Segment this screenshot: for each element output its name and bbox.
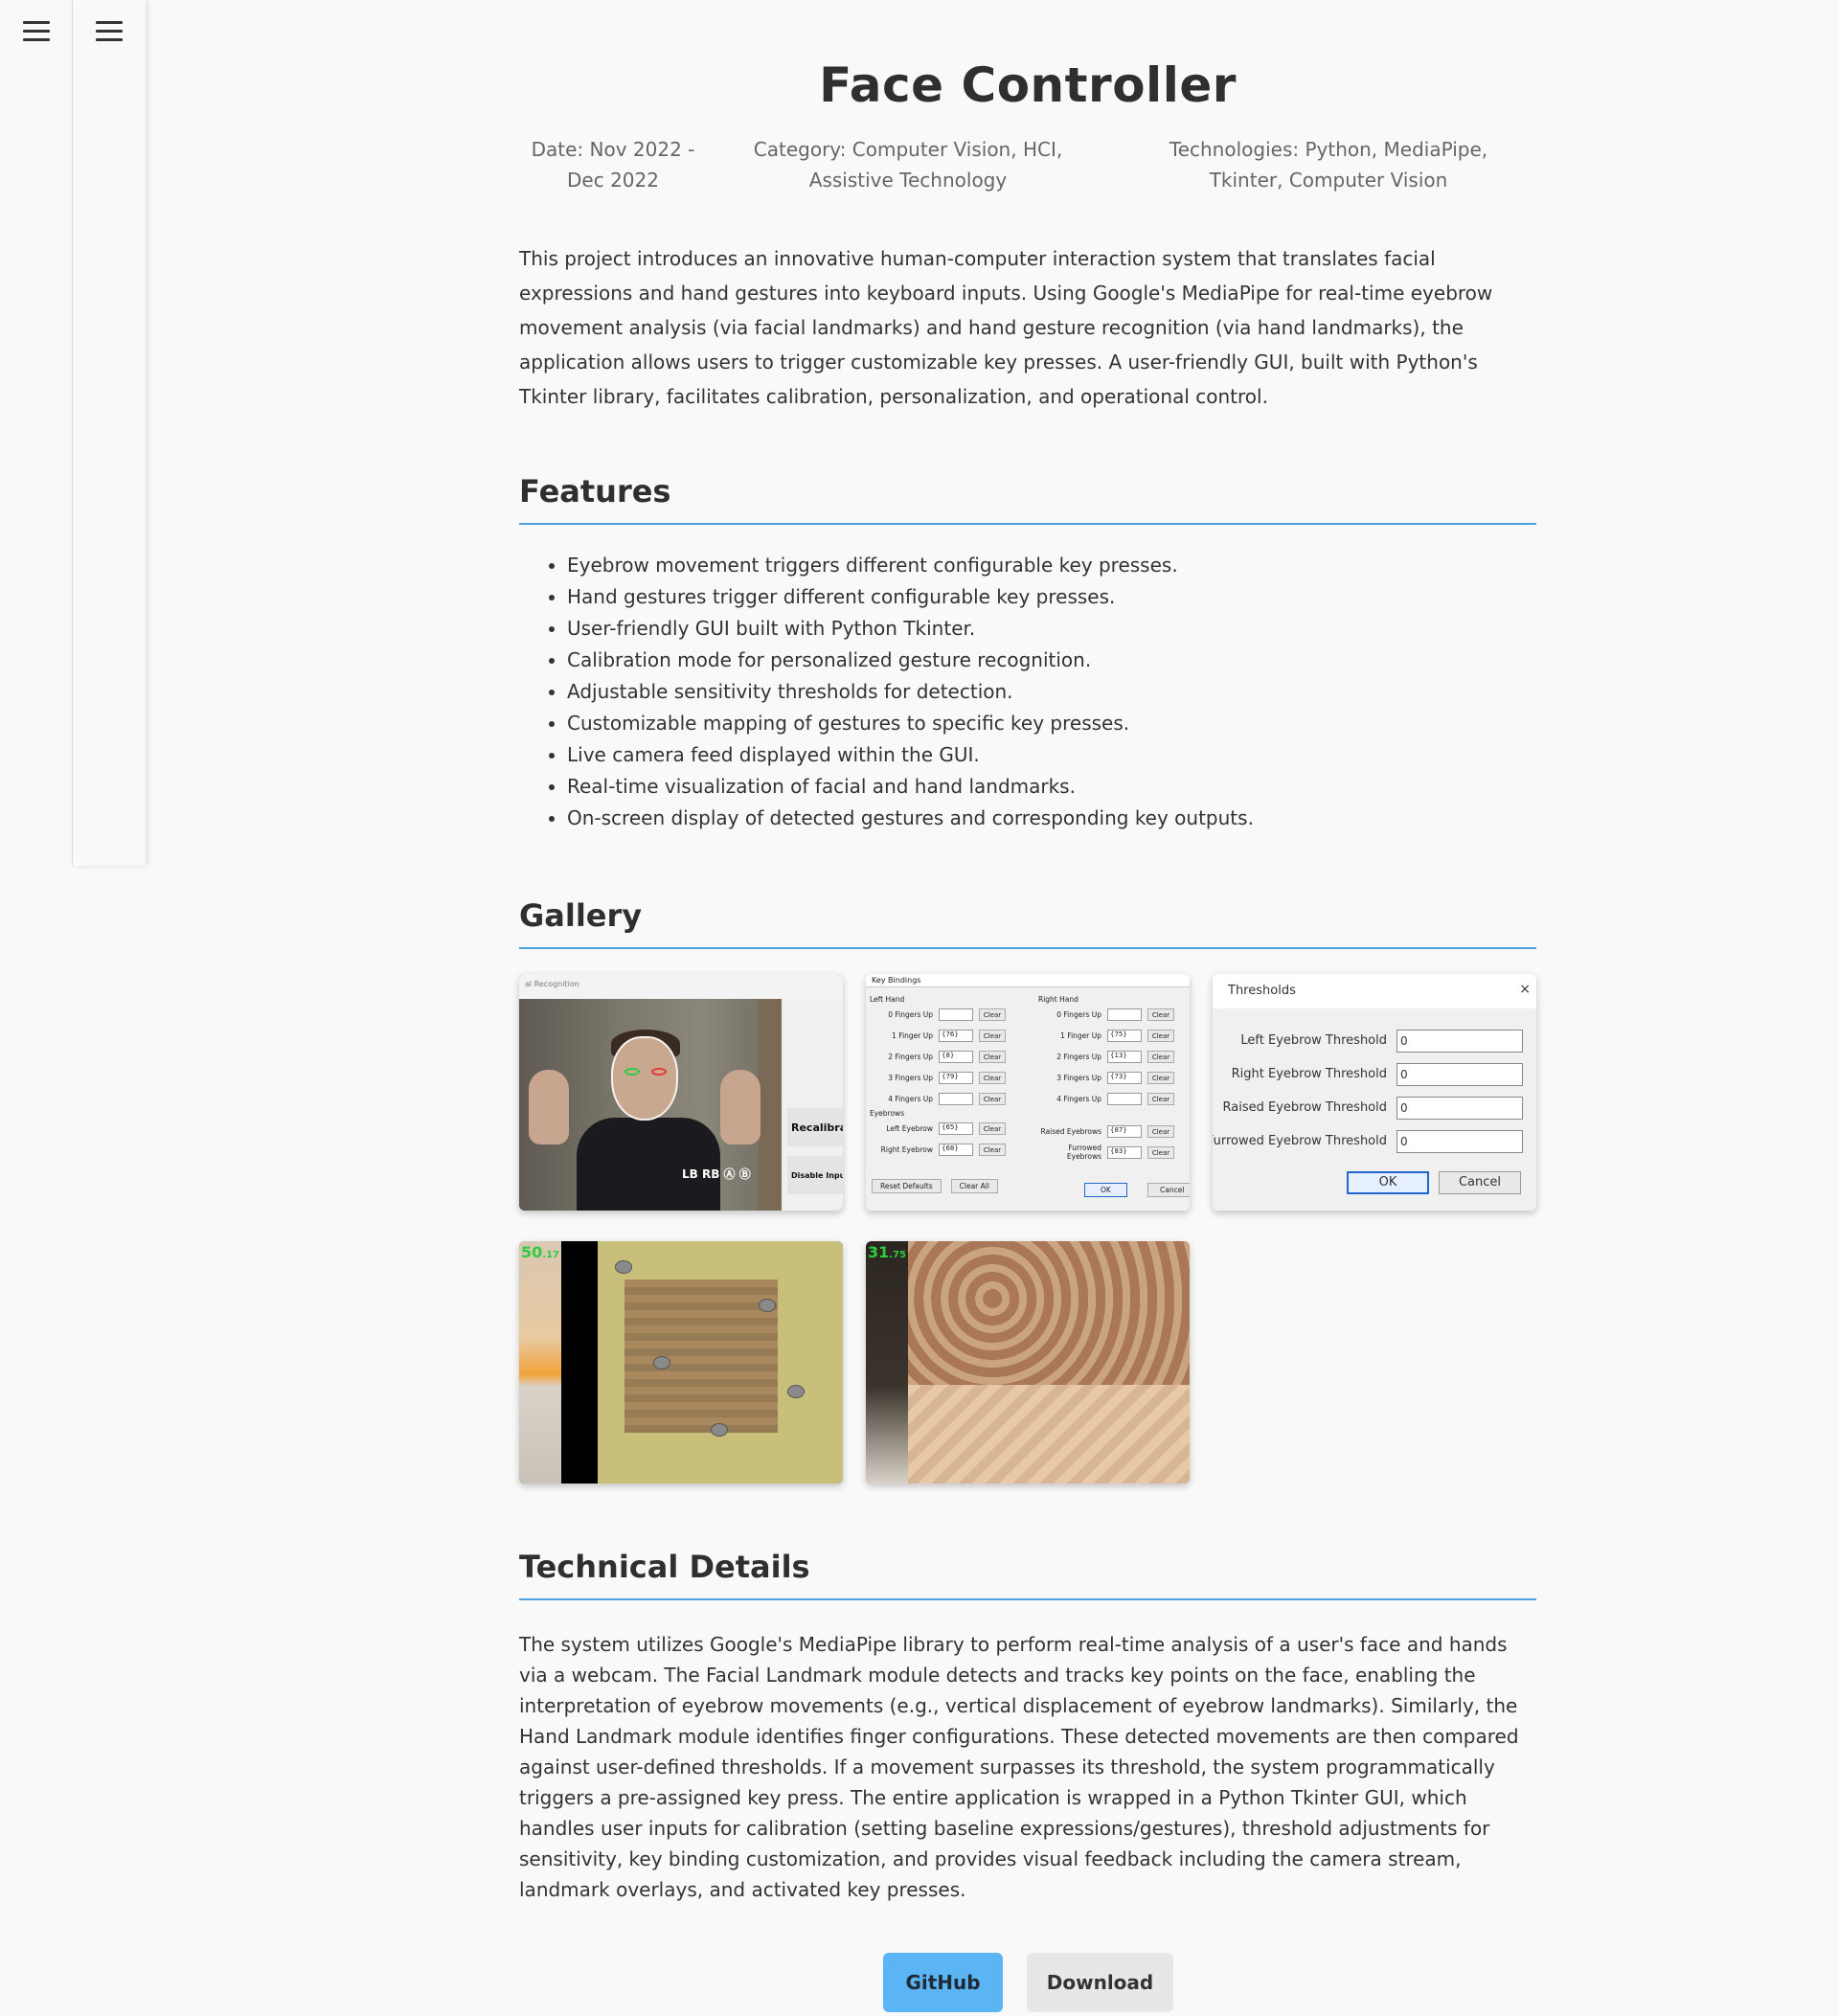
threshold-row: Furrowed Eyebrow Threshold 0: [1213, 1130, 1536, 1155]
gallery-image-game-2[interactable]: 31.75: [866, 1241, 1190, 1484]
feature-item: Real-time visualization of facial and ha…: [567, 771, 1536, 803]
cancel-button: Cancel: [1147, 1183, 1190, 1197]
clear-all-button: Clear All: [950, 1179, 998, 1193]
binding-row: 3 Fingers Up {79} Clear: [866, 1067, 1019, 1088]
gallery-image-key-bindings[interactable]: Key Bindings Left Hand 0 Fingers Up Clear…: [866, 974, 1190, 1211]
right-hand-column: Right Hand 0 Fingers Up Clear 1 Finger Up…: [1034, 995, 1188, 1163]
key-bindings-dialog: Key Bindings Left Hand 0 Fingers Up Clear…: [866, 974, 1190, 1211]
feature-item: Customizable mapping of gestures to spec…: [567, 708, 1536, 739]
cave-wall: [908, 1241, 1190, 1385]
gallery-section: Gallery al Recognition LB RB Ⓐ Ⓑ Recalib…: [519, 897, 1536, 1491]
features-heading: Features: [519, 473, 1536, 525]
feature-item: Calibration mode for personalized gestur…: [567, 645, 1536, 676]
menu-icon[interactable]: [96, 21, 123, 42]
right-hand: [720, 1070, 761, 1144]
main-content: Face Controller Date: Nov 2022 - Dec 202…: [519, 0, 1536, 2012]
intro-paragraph: This project introduces an innovative hu…: [519, 247, 1493, 408]
technical-section: Technical Details The system utilizes Go…: [519, 1549, 1536, 1905]
webcam-strip: [519, 1241, 561, 1484]
binding-row: 0 Fingers Up Clear: [866, 1004, 1019, 1025]
dialog-actions-left: Reset Defaults Clear All: [872, 1179, 998, 1193]
feature-item: User-friendly GUI built with Python Tkin…: [567, 613, 1536, 645]
game-rock: [615, 1260, 632, 1274]
binding-row: Raised Eyebrows {87} Clear: [1034, 1121, 1188, 1142]
menu-icon[interactable]: [23, 21, 50, 42]
technical-paragraph: The system utilizes Google's MediaPipe l…: [519, 1633, 1519, 1901]
project-meta: Date: Nov 2022 - Dec 2022 Category: Comp…: [519, 134, 1536, 201]
fps-counter: 50.17: [521, 1243, 559, 1261]
feature-item: On-screen display of detected gestures a…: [567, 803, 1536, 834]
fps-counter: 31.75: [868, 1243, 906, 1261]
sidebar-secondary: [73, 0, 146, 866]
game-floor: [624, 1280, 778, 1433]
binding-row: 0 Fingers Up Clear: [1034, 1004, 1188, 1025]
gallery-image-face-tracking[interactable]: al Recognition LB RB Ⓐ Ⓑ Recalibra Disab…: [519, 974, 843, 1211]
download-button[interactable]: Download: [1027, 1953, 1173, 2012]
right-eyebrow-landmark: [651, 1068, 667, 1076]
features-section: Features Eyebrow movement triggers diffe…: [519, 473, 1536, 834]
person-face: [611, 1036, 678, 1121]
game-border: [561, 1241, 598, 1484]
gallery-image-game-1[interactable]: 50.17: [519, 1241, 843, 1484]
left-hand-column: Left Hand 0 Fingers Up Clear 1 Finger Up{…: [866, 995, 1019, 1160]
threshold-row: Raised Eyebrow Threshold 0: [1213, 1097, 1536, 1121]
dialog-title: Key Bindings: [866, 974, 1190, 987]
sidebar-primary: [0, 0, 73, 866]
meta-technologies: Technologies: Python, MediaPipe, Tkinter…: [1169, 138, 1488, 192]
binding-row: Left Eyebrow {65} Clear: [866, 1118, 1019, 1139]
binding-row: 4 Fingers Up Clear: [866, 1088, 1019, 1109]
recalibrate-button: Recalibra: [787, 1108, 843, 1146]
page-title: Face Controller: [819, 57, 1237, 113]
close-icon: ×: [1519, 982, 1531, 997]
feature-item: Hand gestures trigger different configur…: [567, 581, 1536, 613]
action-buttons: GitHub Download: [519, 1953, 1536, 2012]
disable-input-button: Disable Inpu: [787, 1156, 843, 1194]
features-list: Eyebrow movement triggers different conf…: [519, 550, 1536, 834]
binding-row: 3 Fingers Up {73} Clear: [1034, 1067, 1188, 1088]
window-title: al Recognition: [519, 974, 843, 999]
controller-overlay: LB RB Ⓐ Ⓑ: [682, 1167, 751, 1181]
feature-item: Live camera feed displayed within the GU…: [567, 739, 1536, 771]
dialog-title: Thresholds: [1228, 984, 1296, 998]
dialog-titlebar: Thresholds ×: [1213, 974, 1536, 1008]
game-rock: [653, 1356, 670, 1370]
game-rock: [711, 1423, 728, 1437]
binding-row: 2 Fingers Up {13} Clear: [1034, 1046, 1188, 1067]
meta-category: Category: Computer Vision, HCI, Assistiv…: [753, 138, 1063, 192]
technical-heading: Technical Details: [519, 1549, 1536, 1600]
binding-row: 1 Finger Up {76} Clear: [866, 1025, 1019, 1046]
binding-row: Furrowed Eyebrows {83} Clear: [1034, 1142, 1188, 1163]
cancel-button: Cancel: [1439, 1171, 1521, 1194]
left-eyebrow-landmark: [624, 1068, 640, 1076]
game-rock: [759, 1299, 776, 1312]
ok-button: OK: [1084, 1183, 1127, 1197]
binding-row: 4 Fingers Up Clear: [1034, 1088, 1188, 1109]
github-button[interactable]: GitHub: [883, 1953, 1003, 2012]
binding-row: 1 Finger Up {75} Clear: [1034, 1025, 1188, 1046]
webcam-strip: [866, 1241, 908, 1484]
gallery-heading: Gallery: [519, 897, 1536, 949]
game-rock: [787, 1385, 805, 1398]
left-hand-label: Left Hand: [870, 995, 905, 1004]
ok-button: OK: [1347, 1171, 1429, 1194]
binding-row: 2 Fingers Up {8} Clear: [866, 1046, 1019, 1067]
right-hand-label: Right Hand: [1038, 995, 1078, 1004]
gallery-grid: al Recognition LB RB Ⓐ Ⓑ Recalibra Disab…: [519, 974, 1536, 1491]
meta-date: Date: Nov 2022 - Dec 2022: [531, 138, 695, 192]
feature-item: Eyebrow movement triggers different conf…: [567, 550, 1536, 581]
left-hand: [529, 1070, 569, 1144]
gallery-image-thresholds[interactable]: Thresholds × Left Eyebrow Threshold 0 Rig…: [1213, 974, 1536, 1211]
eyebrows-label: Eyebrows: [870, 1109, 905, 1118]
threshold-row: Left Eyebrow Threshold 0: [1213, 1030, 1536, 1054]
reset-defaults-button: Reset Defaults: [872, 1179, 942, 1193]
binding-row: Right Eyebrow {68} Clear: [866, 1139, 1019, 1160]
threshold-row: Right Eyebrow Threshold 0: [1213, 1063, 1536, 1088]
feature-item: Adjustable sensitivity thresholds for de…: [567, 676, 1536, 708]
cave-floor: [908, 1385, 1190, 1484]
